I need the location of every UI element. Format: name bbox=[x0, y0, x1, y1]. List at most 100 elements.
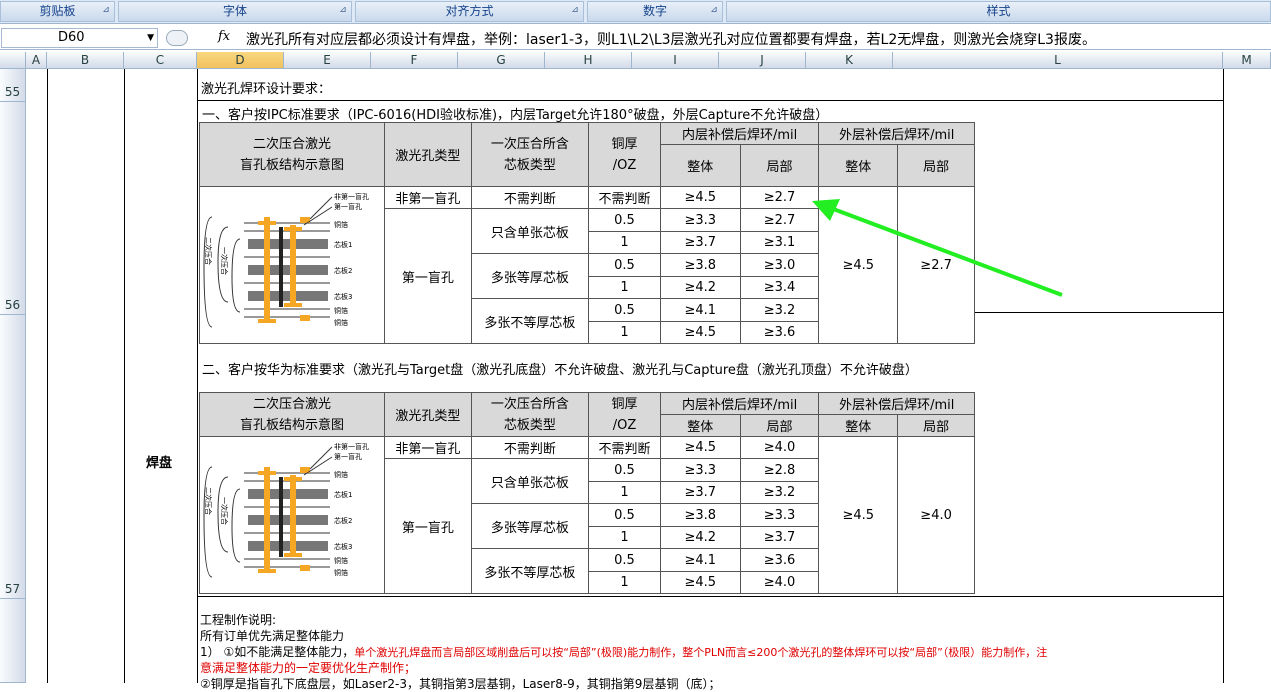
header-local: 局部 bbox=[739, 144, 820, 187]
header-structure: 二次压合激光 盲孔板结构示意图 bbox=[199, 392, 385, 437]
table-cell: ≥4.2 bbox=[659, 276, 741, 299]
table-cell: 不需判断 bbox=[470, 186, 590, 209]
ribbon-group-styles[interactable]: 样式 bbox=[726, 1, 1271, 22]
name-box-value: D60 bbox=[58, 30, 85, 45]
gridline bbox=[1223, 69, 1224, 683]
table-cell: ≥4.1 bbox=[659, 548, 741, 572]
table-cell: 1 bbox=[588, 526, 661, 549]
row-header-55[interactable]: 55 bbox=[0, 69, 26, 102]
column-header-g[interactable]: G bbox=[458, 52, 545, 69]
column-header-m[interactable]: M bbox=[1223, 52, 1271, 69]
section1-title: 一、客户按IPC标准要求（IPC-6016(HDI验收标准)，内层Target允… bbox=[202, 108, 829, 123]
diagram-label: 铜箔 bbox=[334, 470, 348, 479]
diagram-label: 第一盲孔 bbox=[334, 452, 362, 461]
select-all-corner[interactable] bbox=[0, 52, 26, 69]
ribbon-group-font[interactable]: 字体 ⊿ bbox=[118, 1, 352, 22]
table-cell: 不需判断 bbox=[588, 436, 661, 459]
expand-icon[interactable] bbox=[166, 30, 188, 46]
table-cell: ≥4.5 bbox=[659, 186, 741, 209]
gridline bbox=[124, 69, 125, 683]
column-header-f[interactable]: F bbox=[371, 52, 458, 69]
ribbon-group-label: 数字 bbox=[642, 4, 667, 18]
dialog-launcher-icon[interactable]: ⊿ bbox=[570, 6, 580, 16]
table-cell: 0.5 bbox=[588, 458, 661, 482]
dialog-launcher-icon[interactable]: ⊿ bbox=[101, 6, 111, 16]
diagram-label: 铜箔 bbox=[334, 568, 348, 577]
header-outer: 外层补偿后焊环/mil bbox=[818, 122, 975, 145]
header-hole-type: 激光孔类型 bbox=[384, 392, 472, 437]
stackup-diagram: 非第一盲孔 第一盲孔 铜箔 芯板1 芯板2 芯板3 铜箔 铜箔 二次压合 一次压… bbox=[203, 442, 369, 578]
row-header-57[interactable]: 57 bbox=[0, 315, 26, 599]
table-cell: 非第一盲孔 bbox=[384, 436, 472, 459]
table-cell: ≥3.7 bbox=[739, 526, 820, 549]
header-whole: 整体 bbox=[818, 144, 899, 187]
table-cell: 多张不等厚芯板 bbox=[470, 548, 590, 594]
column-header-l[interactable]: L bbox=[893, 52, 1223, 69]
table-cell: 1 bbox=[588, 571, 661, 594]
column-header-k[interactable]: K bbox=[806, 52, 893, 69]
ribbon-bar: 剪贴板 ⊿ 字体 ⊿ 对齐方式 ⊿ 数字 ⊿ 样式 bbox=[0, 0, 1271, 24]
formula-input[interactable]: 激光孔所有对应层都必须设计有焊盘，举例：laser1-3，则L1\L2\L3层激… bbox=[246, 29, 1096, 49]
table-cell: ≥3.8 bbox=[659, 503, 741, 527]
table-cell: 1 bbox=[588, 276, 661, 299]
section2-title: 二、客户按华为标准要求（激光孔与Target盘（激光孔底盘）不允许破盘、激光孔与… bbox=[202, 363, 918, 378]
header-whole: 整体 bbox=[659, 414, 741, 437]
side-label-cell[interactable]: 焊盘 bbox=[146, 452, 172, 471]
table-cell: ≥4.5 bbox=[659, 436, 741, 459]
column-header-j[interactable]: J bbox=[719, 52, 806, 69]
ribbon-group-alignment[interactable]: 对齐方式 ⊿ bbox=[355, 1, 584, 22]
table-cell: 不需判断 bbox=[588, 186, 661, 209]
column-header-d[interactable]: D bbox=[197, 52, 284, 69]
column-header-e[interactable]: E bbox=[284, 52, 371, 69]
dialog-launcher-icon[interactable]: ⊿ bbox=[709, 6, 719, 16]
gridline bbox=[47, 69, 48, 683]
table-cell: ≥3.6 bbox=[739, 321, 820, 344]
table-cell: 不需判断 bbox=[470, 436, 590, 459]
header-local: 局部 bbox=[739, 414, 820, 437]
table-cell: 1 bbox=[588, 481, 661, 504]
ribbon-group-clipboard[interactable]: 剪贴板 ⊿ bbox=[0, 1, 115, 22]
table-cell: ≥4.5 bbox=[659, 571, 741, 594]
diagram-label: 芯板2 bbox=[334, 266, 352, 275]
chevron-down-icon[interactable]: ▼ bbox=[147, 29, 154, 47]
table-cell: ≥2.8 bbox=[739, 458, 820, 482]
column-header-c[interactable]: C bbox=[124, 52, 197, 69]
ribbon-group-label: 剪贴板 bbox=[39, 4, 76, 18]
table-cell: ≥4.5 bbox=[659, 321, 741, 344]
dialog-launcher-icon[interactable]: ⊿ bbox=[338, 6, 348, 16]
table-cell: 多张不等厚芯板 bbox=[470, 298, 590, 344]
table-cell: ≥4.2 bbox=[659, 526, 741, 549]
table-cell: ≥4.0 bbox=[897, 436, 975, 594]
formula-controls: fx bbox=[160, 28, 236, 48]
diagram-label: 非第一盲孔 bbox=[334, 442, 369, 451]
table-cell: 0.5 bbox=[588, 548, 661, 572]
header-outer: 外层补偿后焊环/mil bbox=[818, 392, 975, 415]
name-box[interactable]: D60 ▼ bbox=[1, 28, 158, 48]
table-cell: ≥4.5 bbox=[818, 436, 899, 594]
ribbon-group-label: 样式 bbox=[986, 4, 1011, 18]
structure-diagram-cell: 非第一盲孔 第一盲孔 铜箔 芯板1 芯板2 芯板3 铜箔 铜箔 二次压合 一次压… bbox=[199, 186, 385, 344]
column-header-a[interactable]: A bbox=[26, 52, 47, 69]
column-header-b[interactable]: B bbox=[47, 52, 124, 69]
table-cell: 第一盲孔 bbox=[384, 458, 472, 594]
table-cell: 0.5 bbox=[588, 503, 661, 527]
header-structure: 二次压合激光 盲孔板结构示意图 bbox=[199, 122, 385, 187]
diagram-label: 芯板3 bbox=[334, 542, 352, 551]
header-cell[interactable]: 激光孔焊环设计要求： bbox=[201, 78, 331, 97]
diagram-label: 芯板1 bbox=[334, 240, 352, 249]
header-copper: 铜厚/OZ bbox=[588, 122, 661, 187]
header-hole-type: 激光孔类型 bbox=[384, 122, 472, 187]
notes-line2: 1） ①如不能满足整体能力，单个激光孔焊盘而言局部区域削盘后可以按“局部”(极限… bbox=[200, 645, 1048, 659]
header-local: 局部 bbox=[897, 144, 975, 187]
table-cell: 非第一盲孔 bbox=[384, 186, 472, 209]
table-cell: ≥3.2 bbox=[739, 481, 820, 504]
ribbon-group-number[interactable]: 数字 ⊿ bbox=[587, 1, 723, 22]
insert-function-icon[interactable]: fx bbox=[218, 29, 230, 44]
notes-title: 工程制作说明: bbox=[200, 613, 277, 627]
column-header-i[interactable]: I bbox=[632, 52, 719, 69]
column-header-h[interactable]: H bbox=[545, 52, 632, 69]
header-inner: 内层补偿后焊环/mil bbox=[659, 122, 820, 145]
row-header-56[interactable]: 56 bbox=[0, 102, 26, 315]
row-header-58[interactable] bbox=[0, 599, 26, 683]
diagram-label: 二次压合 bbox=[204, 237, 213, 265]
